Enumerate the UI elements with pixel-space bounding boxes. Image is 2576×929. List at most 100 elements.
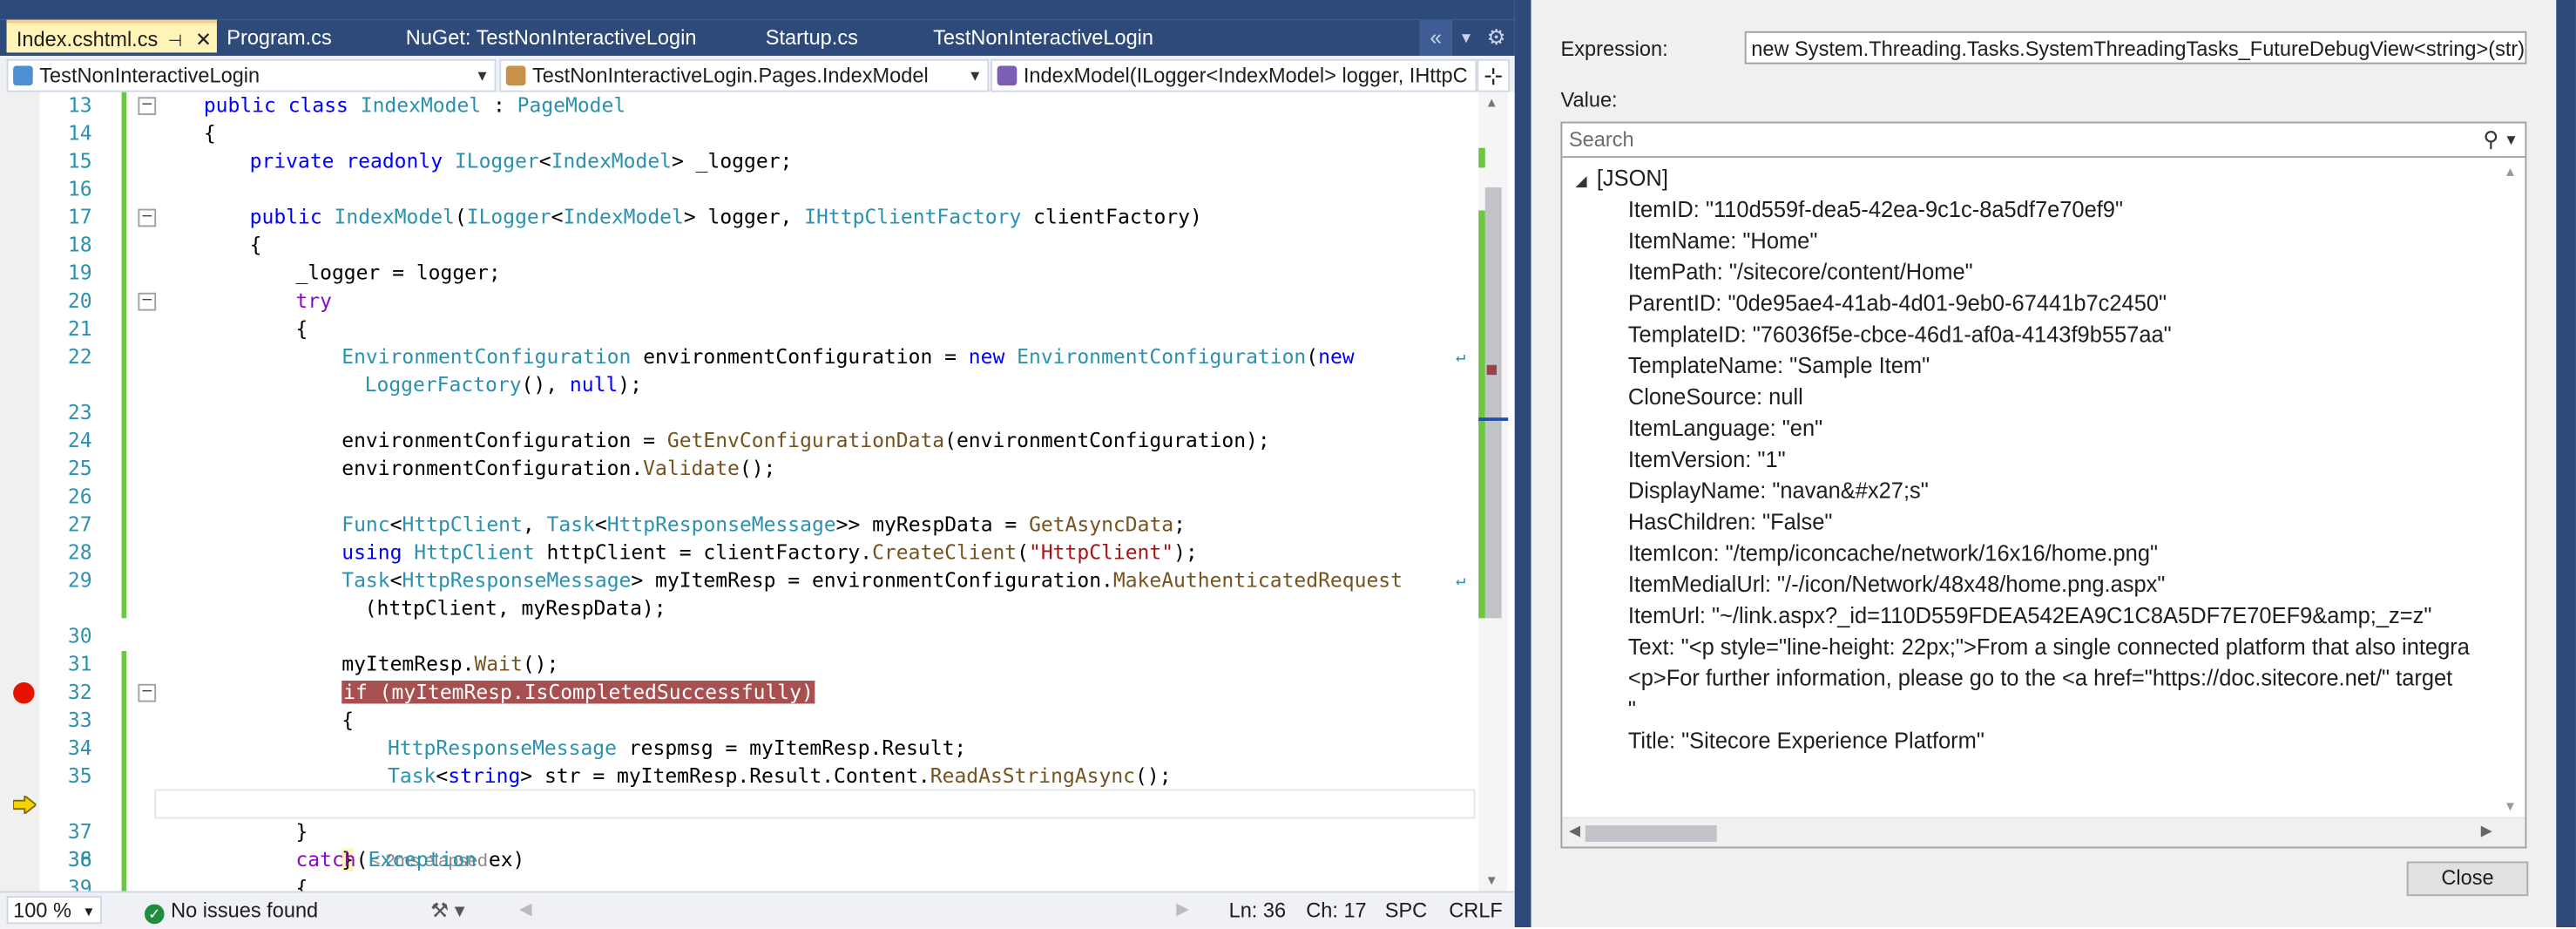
json-entry[interactable]: ItemName: "Home" xyxy=(1628,225,1818,256)
line-number-indicator[interactable]: Ln: 36 xyxy=(1229,892,1287,929)
search-icon[interactable]: ⚲ xyxy=(2483,123,2498,156)
scroll-up-icon[interactable]: ▲ xyxy=(2504,165,2517,180)
code-line: 27 Func<HttpClient, Task<HttpResponseMess… xyxy=(67,512,1186,536)
chevron-down-icon: ▼ xyxy=(967,67,983,85)
scroll-left-icon[interactable]: ◀ xyxy=(1569,822,1580,840)
json-entry[interactable]: ItemPath: "/sitecore/content/Home" xyxy=(1628,256,1973,288)
expression-label: Expression: xyxy=(1560,37,1668,61)
project-icon xyxy=(13,65,33,86)
editor-status-bar: 100 % ▼ ✓ No issues found ⚒ ▾ ◀ ▶ Ln: 36 C… xyxy=(0,891,1515,929)
tab-startup-cs[interactable]: Startup.cs xyxy=(766,20,858,57)
json-entry[interactable]: ItemLanguage: "en" xyxy=(1628,413,1822,444)
json-entry[interactable]: ItemVersion: "1" xyxy=(1628,444,1786,475)
code-cleanup-icon[interactable]: ⚒ ▾ xyxy=(430,892,465,929)
json-entry[interactable]: DisplayName: "navan&#x27;s" xyxy=(1628,475,1929,506)
scroll-down-icon[interactable]: ▼ xyxy=(1485,873,1498,888)
zoom-dropdown[interactable]: 100 % ▼ xyxy=(6,896,102,925)
scroll-left-icon[interactable]: ◀ xyxy=(519,892,532,929)
json-entry[interactable]: CloneSource: null xyxy=(1628,382,1803,413)
chevron-down-icon[interactable]: ▼ xyxy=(2504,123,2519,156)
scroll-right-icon[interactable]: ▶ xyxy=(1176,892,1189,929)
vertical-scrollbar[interactable]: ▲ ▼ xyxy=(1478,92,1509,892)
code-line: 35 Task<string> str = myItemResp.Result.C… xyxy=(67,764,1172,788)
code-line-breakpoint: 32− if (myItemResp.IsCompletedSuccessfull… xyxy=(0,679,1478,707)
tab-label: NuGet: TestNonInteractiveLogin xyxy=(405,26,697,50)
code-line: (httpClient, myRespData); xyxy=(364,596,666,620)
split-window-icon[interactable]: ⊹ xyxy=(1477,58,1511,92)
tab-program-cs[interactable]: Program.cs xyxy=(226,20,332,57)
json-entry[interactable]: ItemIcon: "/temp/iconcache/network/16x16… xyxy=(1628,538,2158,569)
code-line: 14{ xyxy=(67,121,216,146)
json-entry[interactable]: ItemMedialUrl: "/-/icon/Network/48x48/ho… xyxy=(1628,569,2166,600)
code-line: 30 xyxy=(67,624,92,648)
pin-icon[interactable]: ⊣ xyxy=(168,33,182,51)
breakpoint-marker xyxy=(1486,364,1497,376)
search-input[interactable]: Search ⚲ ▼ xyxy=(1560,121,2527,159)
json-entry[interactable]: TemplateName: "Sample Item" xyxy=(1628,350,1930,382)
scroll-tabs-icon[interactable]: « xyxy=(1419,19,1453,57)
scroll-up-icon[interactable]: ▲ xyxy=(1485,95,1498,110)
member-dropdown[interactable]: IndexModel(ILogger<IndexModel> logger, I… xyxy=(991,58,1477,92)
code-line: 13− public class IndexModel : PageModel xyxy=(67,93,626,117)
expression-field[interactable]: new System.Threading.Tasks.SystemThreadi… xyxy=(1744,31,2527,64)
project-label: TestNonInteractiveLogin xyxy=(39,64,260,87)
json-entry[interactable]: " xyxy=(1628,694,1636,725)
line-ending-indicator[interactable]: CRLF xyxy=(1449,892,1503,929)
scroll-down-icon[interactable]: ▼ xyxy=(2504,799,2517,814)
column-indicator[interactable]: Ch: 17 xyxy=(1306,892,1366,929)
collapse-icon[interactable]: − xyxy=(138,683,157,702)
instruction-pointer-icon[interactable] xyxy=(13,796,37,814)
code-line: 24 environmentConfiguration = GetEnvConfi… xyxy=(67,429,1270,452)
tab-label: TestNonInteractiveLogin xyxy=(933,26,1154,50)
code-line: 38 catch(Exception ex) xyxy=(67,848,525,871)
collapse-icon[interactable]: − xyxy=(138,292,157,311)
collapse-icon[interactable]: − xyxy=(138,208,157,227)
json-entry[interactable]: TemplateID: "76036f5e-cbce-46d1-af0a-414… xyxy=(1628,319,2172,350)
class-dropdown[interactable]: TestNonInteractiveLogin.Pages.IndexModel… xyxy=(499,58,990,92)
issues-indicator[interactable]: ✓ No issues found xyxy=(144,892,318,929)
scrollbar-thumb[interactable] xyxy=(1585,825,1717,842)
json-entry[interactable]: HasChildren: "False" xyxy=(1628,506,1833,538)
json-root-node[interactable]: ◢ [JSON] xyxy=(1575,163,1667,198)
wrap-glyph-icon: ↵ xyxy=(1455,348,1466,367)
tab-label: Startup.cs xyxy=(765,26,858,50)
code-line: LoggerFactory(), null); xyxy=(364,373,642,397)
collapse-icon[interactable]: − xyxy=(138,97,157,116)
tab-index-cshtml-cs[interactable]: Index.cshtml.cs ⊣ ✕ xyxy=(6,19,217,53)
caret-marker xyxy=(1478,417,1509,421)
tab-testnoninteractivelogin[interactable]: TestNonInteractiveLogin xyxy=(933,20,1153,57)
json-horizontal-scrollbar[interactable]: ◀ ▶ xyxy=(1562,817,2525,847)
close-button[interactable]: Close xyxy=(2406,861,2529,897)
dialog-border xyxy=(2556,0,2576,927)
json-tree-view[interactable]: ◢ [JSON] ItemID: "110d559f-dea5-42ea-9c1c… xyxy=(1560,158,2527,849)
json-entry[interactable]: <p>For further information, please go to… xyxy=(1628,662,2452,694)
json-entry[interactable]: Text: "<p style="line-height: 22px;">Fro… xyxy=(1628,631,2470,662)
tab-list-dropdown-icon[interactable]: ▼ xyxy=(1459,20,1474,57)
class-icon xyxy=(505,65,526,86)
gear-icon[interactable]: ⚙ xyxy=(1487,20,1506,57)
whitespace-indicator[interactable]: SPC xyxy=(1385,892,1427,929)
json-entry[interactable]: Title: "Sitecore Experience Platform" xyxy=(1628,725,1984,756)
member-label: IndexModel(ILogger<IndexModel> logger, I… xyxy=(1023,64,1468,87)
project-dropdown[interactable]: TestNonInteractiveLogin ▼ xyxy=(6,58,497,92)
wrap-glyph-icon: ↵ xyxy=(1455,572,1466,591)
scroll-right-icon[interactable]: ▶ xyxy=(2481,822,2492,840)
collapse-triangle-icon[interactable]: ◢ xyxy=(1575,173,1586,189)
tab-nuget[interactable]: NuGet: TestNonInteractiveLogin xyxy=(406,20,697,57)
close-icon[interactable]: ✕ xyxy=(195,28,212,51)
code-area[interactable]: 13− public class IndexModel : PageModel 1… xyxy=(0,92,1515,892)
scroll-change-marker xyxy=(1478,147,1485,168)
class-label: TestNonInteractiveLogin.Pages.IndexModel xyxy=(531,64,929,87)
chevron-down-icon: ▼ xyxy=(475,67,490,85)
code-line: 22 EnvironmentConfiguration environmentCo… xyxy=(0,343,1478,371)
code-line: 28 using HttpClient httpClient = clientFa… xyxy=(67,540,1198,565)
json-entry[interactable]: ParentID: "0de95ae4-41ab-4d01-9eb0-67441… xyxy=(1628,288,2167,319)
json-entry[interactable]: ItemUrl: "~/link.aspx?_id=110D559FDEA542… xyxy=(1628,600,2432,632)
json-entry[interactable]: ItemID: "110d559f-dea5-42ea-9c1c-8a5df7e… xyxy=(1628,194,2123,226)
json-root-label: [JSON] xyxy=(1596,166,1668,191)
code-line: 33{ xyxy=(67,709,355,732)
zoom-value: 100 % xyxy=(13,898,71,923)
scrollbar-thumb[interactable] xyxy=(1484,187,1502,619)
breakpoint-icon[interactable] xyxy=(13,681,35,704)
json-vertical-scrollbar[interactable]: ▲ ▼ xyxy=(2497,158,2525,821)
